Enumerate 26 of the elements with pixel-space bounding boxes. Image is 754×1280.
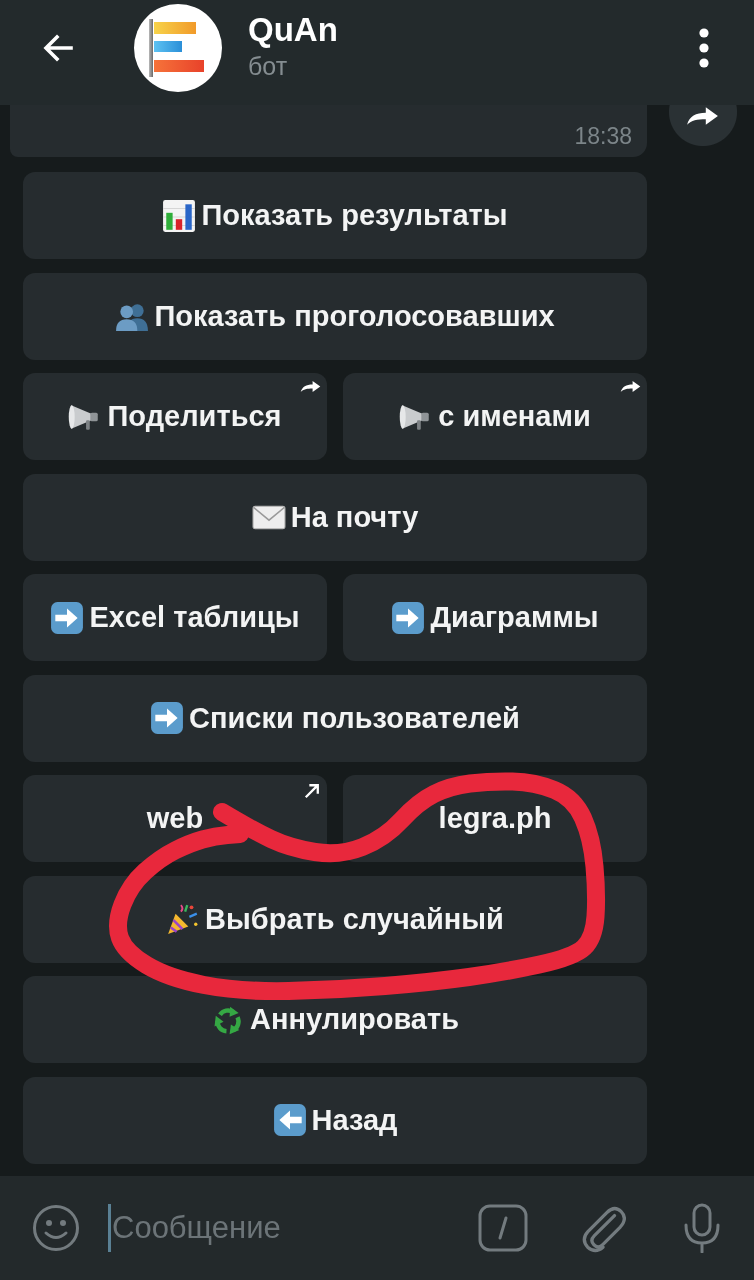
keyboard-button[interactable]: Показать результаты: [23, 172, 647, 259]
keyboard-button[interactable]: Аннулировать: [23, 976, 647, 1063]
message-input[interactable]: Сообщение: [108, 1204, 450, 1252]
keyboard-button[interactable]: Excel таблицы: [23, 574, 327, 661]
share-arrow-icon: [620, 380, 641, 393]
keyboard-button[interactable]: Выбрать случайный: [23, 875, 647, 963]
share-button[interactable]: [669, 105, 737, 146]
keyboard-button[interactable]: Показать проголосовавших: [23, 272, 647, 360]
external-link-icon: [304, 783, 320, 799]
chat-subtitle: бот: [248, 50, 288, 82]
keyboard-button[interactable]: Списки пользователей: [23, 674, 647, 762]
bar-chart-avatar-icon[interactable]: [134, 3, 222, 92]
share-arrow-icon: [300, 380, 321, 393]
keyboard-button[interactable]: Диаграммы: [343, 574, 647, 661]
keyboard-button[interactable]: Назад: [23, 1076, 647, 1164]
smiley-icon[interactable]: [32, 1204, 80, 1252]
more-menu-icon[interactable]: [699, 27, 709, 68]
keyboard-button[interactable]: Поделиться: [23, 373, 327, 460]
microphone-icon[interactable]: [682, 1203, 722, 1253]
keyboard-button[interactable]: с именами: [343, 373, 647, 460]
chat-title: QuAn: [248, 10, 338, 49]
bar-chart-icon: [162, 198, 197, 233]
share-arrow-icon: [686, 106, 719, 126]
message-time: 18:38: [574, 122, 632, 150]
keyboard-button[interactable]: На почту: [23, 473, 647, 561]
slash-command-icon[interactable]: [478, 1204, 528, 1252]
